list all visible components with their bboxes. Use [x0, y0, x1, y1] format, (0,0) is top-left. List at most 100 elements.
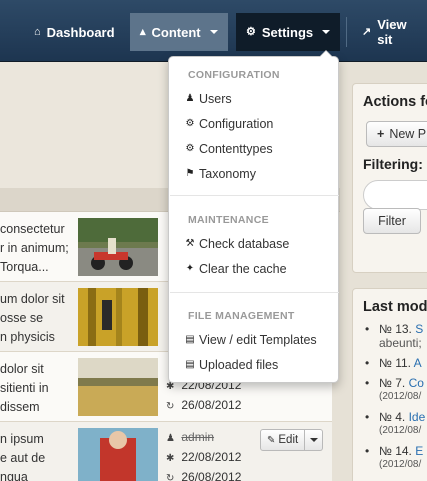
- item-subtitle[interactable]: abeunti;: [379, 336, 425, 350]
- excerpt-line: e aut de: [0, 451, 46, 465]
- menu-item-label: Check database: [199, 237, 290, 251]
- item-number: № 14.: [379, 444, 412, 458]
- author-name: admin: [181, 430, 215, 444]
- excerpt-line: consectetur: [0, 222, 65, 236]
- menu-item-label: Configuration: [199, 117, 274, 131]
- excerpt-line: r in animum;: [0, 241, 69, 255]
- menu-item-configuration[interactable]: ⚙ Configuration: [184, 113, 334, 135]
- file-icon: ▤: [185, 359, 195, 370]
- excerpt-line: n ipsum: [0, 432, 44, 446]
- filter-input[interactable]: [363, 180, 427, 210]
- menu-item-label: View / edit Templates: [199, 333, 317, 347]
- excerpt-line: Torqua...: [0, 260, 49, 274]
- home-icon: ⌂: [34, 25, 41, 38]
- list-item[interactable]: № 13. S abeunti;: [365, 322, 425, 350]
- modified-date: 26/08/2012: [181, 470, 242, 481]
- menu-item-view-templates[interactable]: ▤ View / edit Templates: [184, 329, 334, 351]
- item-date: (2012/08/: [379, 391, 422, 402]
- users-icon: ♟: [185, 93, 195, 104]
- row-meta: ♟ admin ✱ 22/08/2012 ↻ 26/08/2012: [166, 428, 241, 481]
- cog-icon: ⚙: [185, 118, 195, 129]
- wrench-icon: ⚒: [185, 238, 195, 249]
- actions-panel-title: Actions fo: [363, 94, 427, 110]
- menu-divider: [170, 195, 339, 196]
- excerpt-line: sitienti in: [0, 381, 49, 395]
- chevron-down-icon: [309, 438, 318, 442]
- plus-icon: +: [377, 127, 385, 141]
- modified-date: 26/08/2012: [181, 398, 242, 412]
- item-date: (2012/08/: [379, 425, 422, 436]
- maintenance-header: MAINTENANCE: [188, 214, 269, 226]
- thumbnail-image[interactable]: [78, 428, 158, 481]
- top-navbar: ⌂ Dashboard ▴ Content ⚙ Settings ↗ View …: [0, 0, 427, 62]
- refresh-icon: ↻: [166, 473, 175, 481]
- excerpt-line: n physicis: [0, 330, 55, 344]
- settings-dropdown-menu: CONFIGURATION ♟ Users ⚙ Configuration ⚙ …: [168, 50, 339, 383]
- menu-item-label: Clear the cache: [199, 262, 287, 276]
- last-modified-title: Last mod: [363, 299, 427, 315]
- item-date: (2012/08/: [379, 459, 422, 470]
- row-excerpt: dolor sit sitienti in dissem: [0, 360, 72, 417]
- nav-dashboard-label: Dashboard: [46, 24, 115, 40]
- thumbnail-image[interactable]: [78, 288, 158, 346]
- last-modified-list: № 13. S abeunti; № 11. A № 7. Co (2012/0…: [365, 322, 425, 478]
- new-page-button[interactable]: + New P: [366, 121, 427, 147]
- excerpt-line: um dolor sit: [0, 292, 65, 306]
- thumbnail-image[interactable]: [78, 218, 158, 276]
- nav-dashboard[interactable]: ⌂ Dashboard: [24, 13, 125, 51]
- item-number: № 11.: [379, 356, 411, 370]
- item-number: № 4.: [379, 410, 406, 424]
- list-item[interactable]: № 14. E (2012/08/: [365, 444, 425, 472]
- edit-button-group: ✎ Edit: [260, 429, 324, 451]
- item-title[interactable]: E: [415, 444, 423, 458]
- file-management-header: FILE MANAGEMENT: [188, 310, 295, 322]
- external-link-icon: ↗: [362, 25, 372, 38]
- nav-settings[interactable]: ⚙ Settings: [236, 13, 341, 51]
- menu-item-label: Taxonomy: [199, 167, 256, 181]
- item-title[interactable]: Co: [409, 376, 424, 390]
- chevron-down-icon: [322, 30, 331, 34]
- last-modified-panel: Last mod № 13. S abeunti; № 11. A № 7. C…: [352, 288, 427, 481]
- menu-item-taxonomy[interactable]: ⚑ Taxonomy: [184, 163, 334, 185]
- row-excerpt: um dolor sit osse se n physicis: [0, 290, 72, 347]
- table-row[interactable]: n ipsum e aut de ngua ♟ admin ✱ 22/08/20…: [0, 422, 332, 481]
- thumbnail-image[interactable]: [78, 358, 158, 416]
- item-number: № 13.: [379, 322, 412, 336]
- menu-divider: [170, 292, 339, 293]
- menu-item-label: Contenttypes: [199, 142, 273, 156]
- row-excerpt: n ipsum e aut de ngua: [0, 430, 72, 481]
- cogs-icon: ⚙: [246, 25, 256, 38]
- menu-item-check-database[interactable]: ⚒ Check database: [184, 233, 334, 255]
- excerpt-line: ngua: [0, 470, 28, 481]
- nav-view-site-label: View sit: [377, 17, 407, 47]
- nav-view-site[interactable]: ↗ View sit: [352, 13, 427, 51]
- edit-label: Edit: [278, 434, 299, 446]
- user-icon: ♟: [166, 433, 175, 444]
- filter-button[interactable]: Filter: [363, 208, 421, 234]
- edit-button[interactable]: ✎ Edit: [260, 429, 306, 451]
- excerpt-line: osse se: [0, 311, 44, 325]
- item-title[interactable]: S: [415, 322, 423, 336]
- menu-item-clear-cache[interactable]: ✦ Clear the cache: [184, 258, 334, 280]
- list-item[interactable]: № 4. Ide (2012/08/: [365, 410, 425, 438]
- file-icon: ▤: [185, 334, 195, 345]
- configuration-header: CONFIGURATION: [188, 69, 280, 81]
- sitemap-icon: ▴: [140, 25, 146, 38]
- menu-item-label: Uploaded files: [199, 358, 279, 372]
- nav-content[interactable]: ▴ Content: [130, 13, 228, 51]
- menu-item-contenttypes[interactable]: ⚙ Contenttypes: [184, 138, 334, 160]
- tags-icon: ⚑: [185, 168, 195, 179]
- refresh-icon: ↻: [166, 401, 175, 412]
- item-number: № 7.: [379, 376, 406, 390]
- menu-item-users[interactable]: ♟ Users: [184, 88, 334, 110]
- edit-icon: ✎: [267, 434, 276, 446]
- item-title[interactable]: A: [414, 356, 422, 370]
- item-title[interactable]: Ide: [409, 410, 426, 424]
- list-item[interactable]: № 7. Co (2012/08/: [365, 376, 425, 404]
- edit-dropdown-toggle[interactable]: [305, 429, 324, 451]
- list-item[interactable]: № 11. A: [365, 356, 425, 370]
- chevron-down-icon: [209, 30, 218, 34]
- new-page-label: New P: [389, 127, 427, 141]
- magic-wand-icon: ✦: [185, 263, 195, 274]
- menu-item-uploaded-files[interactable]: ▤ Uploaded files: [184, 354, 334, 376]
